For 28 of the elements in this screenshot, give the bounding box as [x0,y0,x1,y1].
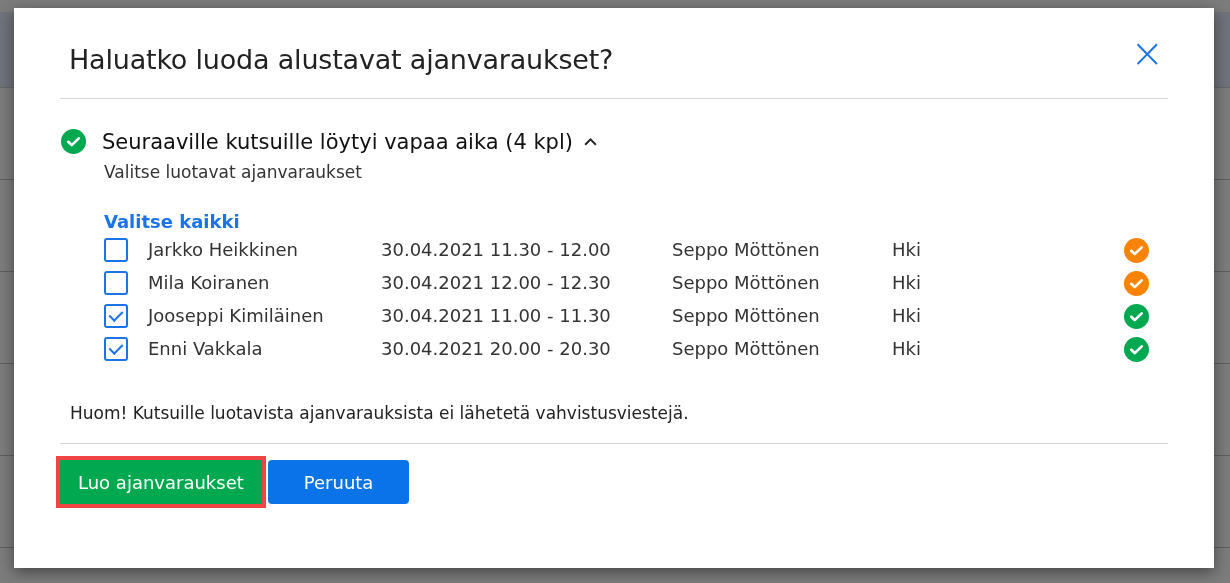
person-text: Seppo Möttönen [672,238,821,262]
place-text: Hki [892,337,922,361]
name-text: Jooseppi Kimiläinen [148,304,325,328]
time-text: 30.04.2021 12.00 - 12.30 [381,271,612,295]
name-text: Mila Koiranen [148,271,271,295]
name-text: Jarkko Heikkinen [148,238,300,262]
caret-icon[interactable] [583,136,598,147]
checkbox[interactable] [104,238,128,262]
cancel-button[interactable]: Peruuta [267,460,410,504]
section-toggle[interactable]: Seuraaville kutsuille löytyi vapaa aika (4 kpl) [102,129,598,154]
note-text: Huom! Kutsuille luotavista ajanvarauksista ei lähetetä vahvistusviestejä. [70,403,690,425]
checkbox[interactable] [104,337,128,361]
dialog-title: Haluatko luoda alustavat ajanvaraukset? [69,43,614,75]
time-text: 30.04.2021 11.30 - 12.00 [381,238,612,262]
person-text: Seppo Möttönen [672,304,821,328]
time-text: 30.04.2021 11.00 - 11.30 [381,304,612,328]
person-text: Seppo Möttönen [672,271,821,295]
select-all-link[interactable]: Valitse kaikki [104,211,240,232]
section-subtitle: Valitse luotavat ajanvaraukset [104,162,363,182]
checkbox[interactable] [104,304,128,328]
place-text: Hki [892,238,922,262]
time-text: 30.04.2021 20.00 - 20.30 [381,337,612,361]
close-button[interactable]: × [1128,33,1166,73]
name-text: Enni Vakkala [148,337,264,361]
person-text: Seppo Möttönen [672,337,821,361]
place-text: Hki [892,304,922,328]
place-text: Hki [892,271,922,295]
checkbox[interactable] [104,271,128,295]
